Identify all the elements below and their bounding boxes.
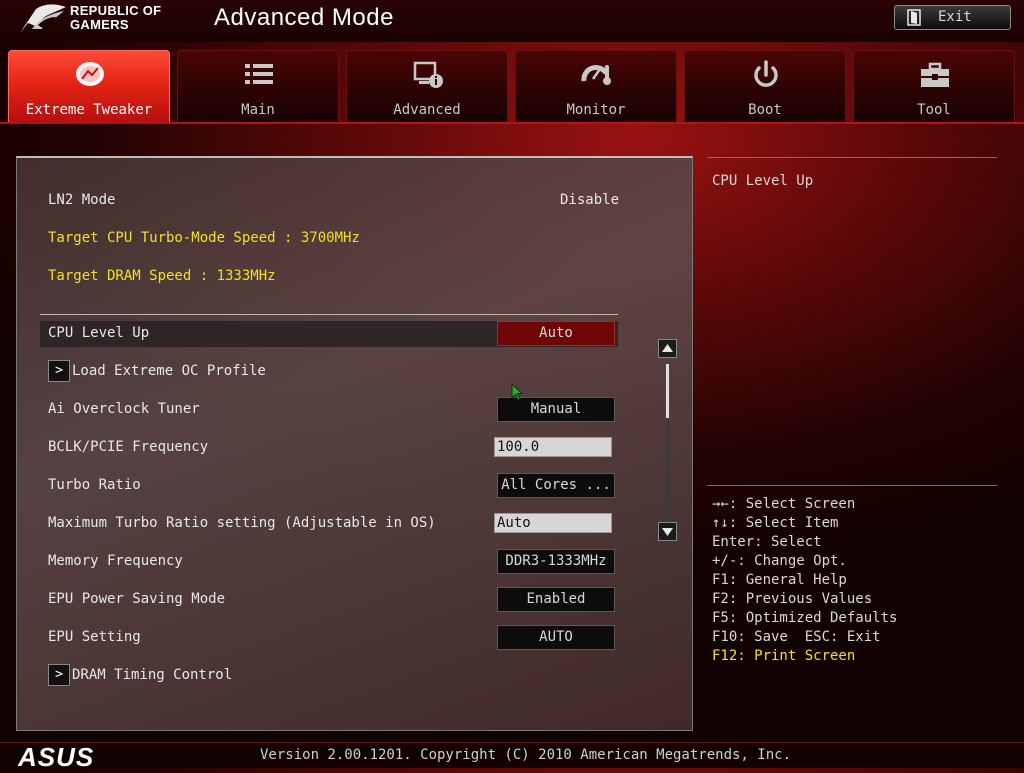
setting-row-turbo-ratio[interactable]: Turbo Ratio All Cores ... xyxy=(40,473,618,499)
power-icon xyxy=(754,60,778,87)
setting-label: EPU Power Saving Mode xyxy=(48,591,226,607)
gauge-thermometer-icon xyxy=(581,65,611,85)
key-hint: F5: Optimized Defaults xyxy=(712,610,898,626)
bclk-pcie-frequency-input[interactable]: 100.0 xyxy=(494,437,612,457)
key-hint: F10: Save ESC: Exit xyxy=(712,629,881,645)
submenu-label: Load Extreme OC Profile xyxy=(72,363,266,379)
key-hint: ↑↓: Select Item xyxy=(712,515,839,531)
turbo-ratio-select[interactable]: All Cores ... xyxy=(497,473,615,498)
memory-frequency-select[interactable]: DDR3-1333MHz xyxy=(497,549,615,574)
help-divider-keys xyxy=(707,485,997,486)
version-text: Version 2.00.1201. Copyright (C) 2010 Am… xyxy=(260,747,792,763)
ln2-mode-label: LN2 Mode xyxy=(48,192,116,208)
mouse-cursor-icon xyxy=(511,383,523,401)
tab-advanced[interactable]: Advanced xyxy=(346,50,508,122)
key-legend: →←: Select Screen ↑↓: Select Item Enter:… xyxy=(712,495,897,666)
setting-row-ai-overclock-tuner[interactable]: Ai Overclock Tuner Manual xyxy=(40,397,618,423)
ln2-mode-value: Disable xyxy=(560,192,620,208)
tab-divider xyxy=(0,122,1024,124)
setting-row-bclk-pcie-frequency[interactable]: BCLK/PCIE Frequency 100.0 xyxy=(40,435,618,461)
list-icon xyxy=(245,64,273,84)
exit-label: Exit xyxy=(938,9,972,25)
brand-line-2: GAMERS xyxy=(70,17,129,32)
scrollbar-thumb[interactable] xyxy=(666,364,669,418)
rog-eye-logo-icon xyxy=(20,4,66,33)
setting-label: CPU Level Up xyxy=(48,325,150,341)
tab-bar: Extreme Tweaker Main Advanced Monitor Bo… xyxy=(8,50,1016,122)
toolbox-icon xyxy=(921,62,949,87)
tab-label: Monitor xyxy=(566,102,626,118)
meter-icon xyxy=(76,62,104,86)
tab-extreme-tweaker[interactable]: Extreme Tweaker xyxy=(8,50,170,122)
scroll-down-button[interactable] xyxy=(658,522,677,541)
key-hint: +/-: Change Opt. xyxy=(712,553,847,569)
section-divider xyxy=(40,314,618,315)
tab-main[interactable]: Main xyxy=(177,50,339,122)
help-divider-top xyxy=(707,157,997,158)
settings-panel: LN2 Mode Disable Target CPU Turbo-Mode S… xyxy=(16,156,693,731)
exit-button[interactable]: Exit xyxy=(894,5,1011,30)
setting-label: Maximum Turbo Ratio setting (Adjustable … xyxy=(48,515,436,531)
key-hint: →←: Select Screen xyxy=(712,496,856,512)
help-description: CPU Level Up xyxy=(712,173,814,189)
tab-monitor[interactable]: Monitor xyxy=(515,50,677,122)
submenu-dram-timing-control[interactable]: > DRAM Timing Control xyxy=(40,663,618,689)
tab-label: Tool xyxy=(917,102,951,118)
setting-row-max-turbo-ratio[interactable]: Maximum Turbo Ratio setting (Adjustable … xyxy=(40,511,618,537)
setting-label: Memory Frequency xyxy=(48,553,183,569)
tab-boot[interactable]: Boot xyxy=(684,50,846,122)
epu-setting-select[interactable]: AUTO xyxy=(497,625,615,650)
setting-label: BCLK/PCIE Frequency xyxy=(48,439,209,455)
setting-row-epu-power-saving[interactable]: EPU Power Saving Mode Enabled xyxy=(40,587,618,613)
setting-row-memory-frequency[interactable]: Memory Frequency DDR3-1333MHz xyxy=(40,549,618,575)
chip-info-icon xyxy=(413,61,443,88)
key-hint: Enter: Select xyxy=(712,534,822,550)
submenu-arrow-icon: > xyxy=(48,664,70,686)
header-bar: REPUBLIC OF GAMERS Advanced Mode Exit xyxy=(0,0,1024,42)
epu-power-saving-select[interactable]: Enabled xyxy=(497,587,615,612)
setting-label: EPU Setting xyxy=(48,629,141,645)
tab-tool[interactable]: Tool xyxy=(853,50,1015,122)
brand-text: REPUBLIC OF GAMERS xyxy=(70,4,190,32)
key-hint-print-screen: F12: Print Screen xyxy=(712,648,856,664)
setting-label: Turbo Ratio xyxy=(48,477,141,493)
cpu-level-up-select[interactable]: Auto xyxy=(497,321,615,346)
page-title: Advanced Mode xyxy=(214,4,394,31)
tab-label: Extreme Tweaker xyxy=(25,102,153,118)
brand-line-1: REPUBLIC OF xyxy=(70,3,162,18)
max-turbo-ratio-input[interactable]: Auto xyxy=(494,513,612,533)
scroll-up-button[interactable] xyxy=(658,339,677,358)
setting-row-epu-setting[interactable]: EPU Setting AUTO xyxy=(40,625,618,651)
setting-label: Ai Overclock Tuner xyxy=(48,401,200,417)
footer-divider xyxy=(0,742,1024,743)
submenu-label: DRAM Timing Control xyxy=(72,667,233,683)
tab-label: Main xyxy=(241,102,275,118)
exit-door-icon xyxy=(907,9,921,26)
submenu-load-extreme-oc-profile[interactable]: > Load Extreme OC Profile xyxy=(40,359,618,385)
tab-label: Advanced xyxy=(393,102,461,118)
target-cpu-speed: Target CPU Turbo-Mode Speed : 3700MHz xyxy=(48,230,360,246)
arrow-down-icon xyxy=(662,528,673,536)
arrow-up-icon xyxy=(662,344,673,352)
key-hint: F2: Previous Values xyxy=(712,591,873,607)
target-dram-speed: Target DRAM Speed : 1333MHz xyxy=(48,268,276,284)
setting-row-cpu-level-up[interactable]: CPU Level Up Auto xyxy=(40,321,618,347)
key-hint: F1: General Help xyxy=(712,572,847,588)
tab-label: Boot xyxy=(748,102,782,118)
submenu-arrow-icon: > xyxy=(48,360,70,382)
asus-logo: ASUS xyxy=(18,742,95,772)
